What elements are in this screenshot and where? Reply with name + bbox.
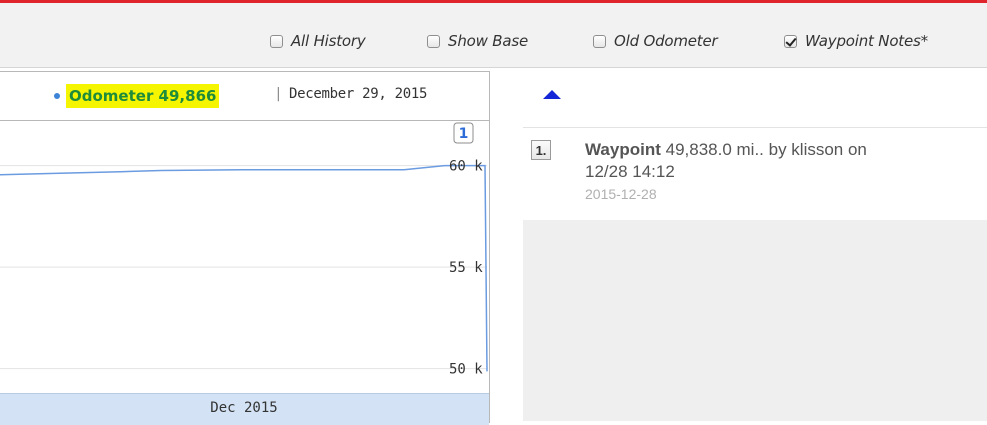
y-tick-label: 50 k xyxy=(449,362,483,378)
old-odometer-label[interactable]: Old Odometer xyxy=(614,32,718,50)
header-date: December 29, 2015 xyxy=(289,86,428,102)
old-odometer-option[interactable]: Old Odometer xyxy=(593,31,718,51)
x-axis-period-band: Dec 2015 xyxy=(0,393,489,425)
odometer-reading: Odometer 49,866 xyxy=(66,84,220,108)
waypoint-notes-checkbox[interactable] xyxy=(784,34,797,48)
all-history-label[interactable]: All History xyxy=(291,32,366,50)
chart-plot[interactable]: 60 k 55 k 50 k 1 xyxy=(0,121,489,393)
waypoint-notes-option[interactable]: Waypoint Notes* xyxy=(784,31,928,51)
old-odometer-checkbox[interactable] xyxy=(593,34,606,48)
note-title: Waypoint xyxy=(585,140,661,159)
show-base-checkbox[interactable] xyxy=(427,34,440,48)
note-date: 2015-12-28 xyxy=(585,186,657,202)
waypoint-note-item[interactable]: 1. Waypoint 49,838.0 mi.. by klisson on … xyxy=(523,127,987,220)
series-dot-icon xyxy=(54,93,60,99)
chart-tooltip-header: Odometer 49,866 | December 29, 2015 xyxy=(0,72,489,121)
x-axis-period-label: Dec 2015 xyxy=(210,400,278,416)
waypoint-notes-panel: 1. Waypoint 49,838.0 mi.. by klisson on … xyxy=(523,127,987,421)
waypoint-notes-label[interactable]: Waypoint Notes* xyxy=(805,32,928,50)
header-separator: | xyxy=(276,86,281,102)
waypoint-flag-label[interactable]: 1 xyxy=(459,126,469,142)
show-base-label[interactable]: Show Base xyxy=(448,32,528,50)
options-toolbar: All History Show Base Old Odometer Waypo… xyxy=(0,3,987,68)
all-history-checkbox[interactable] xyxy=(270,34,283,48)
all-history-option[interactable]: All History xyxy=(270,31,366,51)
y-tick-label: 60 k xyxy=(449,159,483,175)
note-time: 12/28 14:12 xyxy=(585,162,675,181)
note-number-badge: 1. xyxy=(531,140,551,160)
y-tick-label: 55 k xyxy=(449,260,483,276)
triangle-up-icon[interactable] xyxy=(543,90,561,99)
odometer-series-line[interactable] xyxy=(0,164,488,372)
odometer-chart: Odometer 49,866 | December 29, 2015 60 k… xyxy=(0,71,490,425)
show-base-option[interactable]: Show Base xyxy=(427,31,528,51)
note-summary: 49,838.0 mi.. by klisson on xyxy=(665,140,867,159)
note-summary-line: Waypoint 49,838.0 mi.. by klisson on xyxy=(585,140,867,160)
